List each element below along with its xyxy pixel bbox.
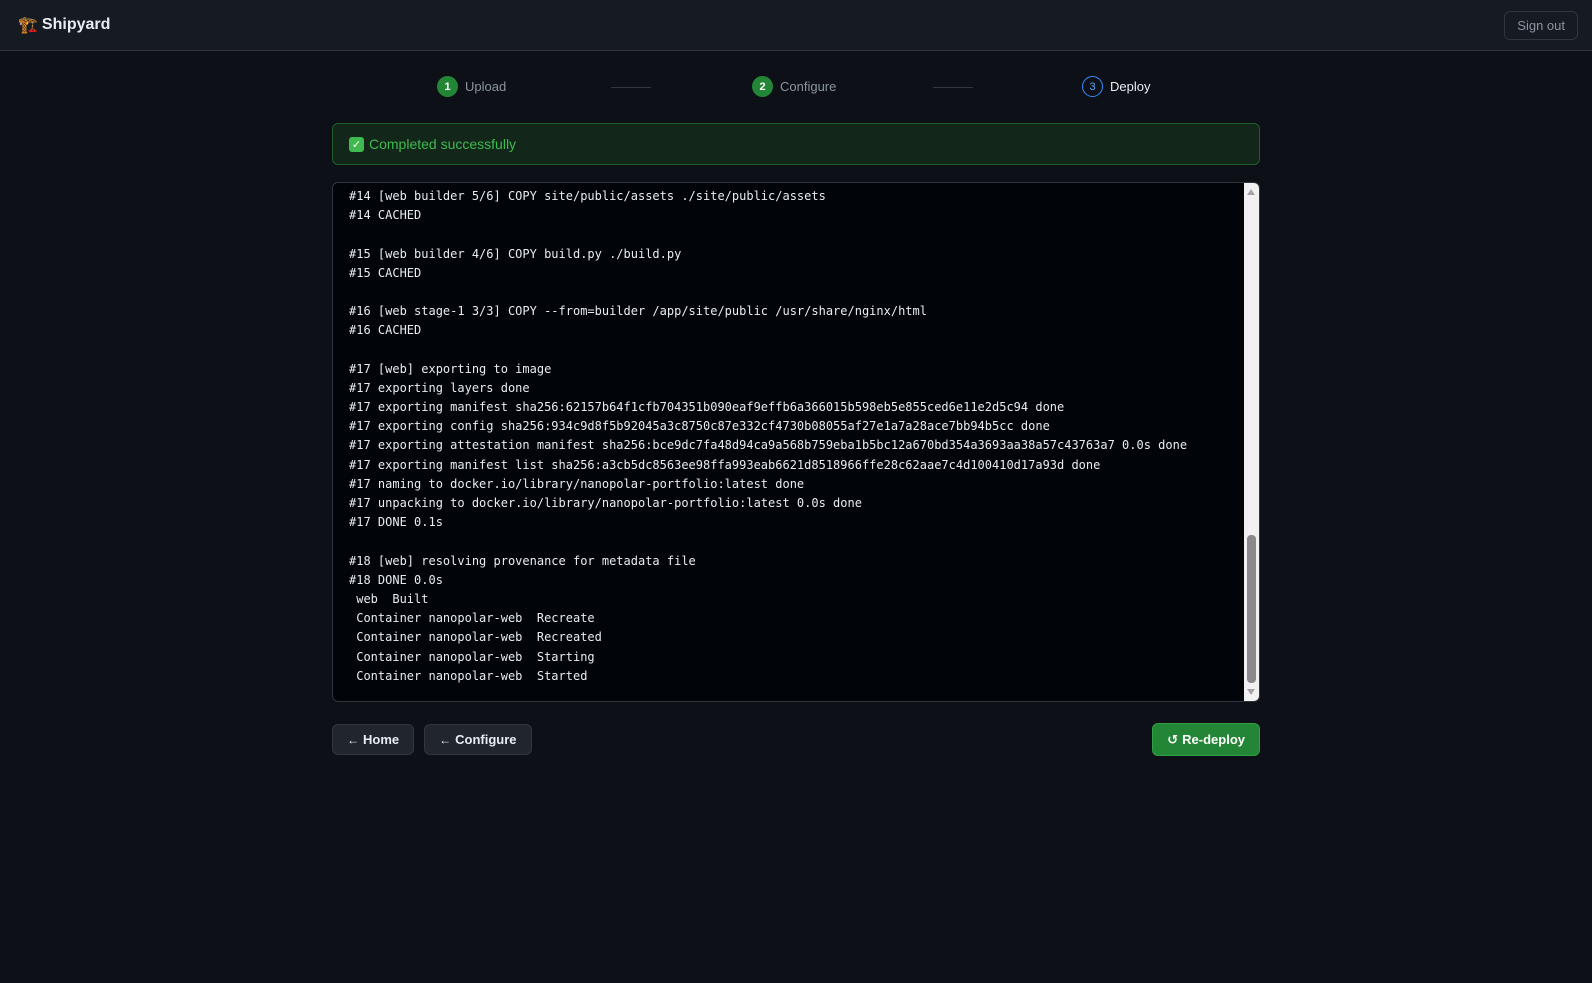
scroll-down-arrow-icon[interactable] (1247, 689, 1255, 695)
arrow-left-icon: ← (439, 732, 452, 747)
scroll-up-arrow-icon[interactable] (1247, 189, 1255, 195)
configure-button-label: Configure (455, 732, 517, 747)
step-deploy: 3 Deploy (1082, 76, 1150, 97)
log-line: Container nanopolar-web Recreate (349, 611, 595, 626)
check-icon: ✓ (349, 136, 364, 152)
scroll-thumb[interactable] (1247, 535, 1256, 683)
log-line: #14 [web builder 5/6] COPY site/public/a… (349, 189, 826, 203)
log-line: #16 [web stage-1 3/3] COPY --from=builde… (349, 304, 927, 319)
home-button-label: Home (363, 732, 400, 747)
step-upload: 1 Upload (437, 76, 506, 97)
log-line: #17 naming to docker.io/library/nanopola… (349, 476, 805, 491)
log-line: #15 [web builder 4/6] COPY build.py ./bu… (349, 246, 682, 261)
log-line: #18 DONE 0.0s (349, 572, 443, 587)
step-configure: 2 Configure (752, 76, 836, 97)
log-line: #17 DONE 0.1s (349, 515, 443, 530)
log-line: web Built (349, 591, 429, 606)
step-label-upload: Upload (465, 79, 507, 94)
status-message: Completed successfully (369, 136, 517, 152)
step-connector (611, 87, 651, 88)
log-line: #15 CACHED (349, 265, 422, 280)
redeploy-icon: ↺ (1167, 731, 1179, 747)
step-number-3: 3 (1082, 76, 1103, 97)
stepper: 1 Upload 2 Configure 3 Deploy (332, 51, 1260, 123)
log-line: #16 CACHED (349, 323, 422, 338)
log-line: #17 [web] exporting to image (349, 361, 552, 376)
sign-out-button[interactable]: Sign out (1504, 10, 1578, 40)
step-number-1: 1 (437, 76, 458, 97)
log-line: #17 unpacking to docker.io/library/nanop… (349, 496, 862, 510)
configure-button[interactable]: ← Configure (424, 724, 532, 755)
log-scrollbar[interactable] (1244, 183, 1259, 701)
main-content: 1 Upload 2 Configure 3 Deploy ✓ Complete… (332, 51, 1260, 756)
status-banner: ✓ Completed successfully (332, 123, 1260, 165)
log-line: Container nanopolar-web Starting (349, 649, 595, 664)
step-label-configure: Configure (780, 79, 837, 94)
deploy-log[interactable]: #14 [web builder 5/6] COPY site/public/a… (332, 182, 1260, 702)
brand[interactable]: 🏗️ Shipyard (18, 15, 110, 35)
arrow-left-icon: ← (347, 732, 359, 747)
log-line: #17 exporting manifest list sha256:a3cb5… (349, 457, 1101, 472)
redeploy-button-label: Re-deploy (1182, 732, 1245, 747)
redeploy-button[interactable]: ↺ Re-deploy (1152, 723, 1260, 756)
log-line: Container nanopolar-web Started (349, 668, 588, 683)
log-line: #17 exporting attestation manifest sha25… (349, 438, 1188, 453)
step-connector (933, 87, 973, 88)
log-line: #17 exporting config sha256:934c9d8f5b92… (349, 419, 1050, 434)
crane-icon: 🏗️ (18, 17, 38, 34)
log-line: #18 [web] resolving provenance for metad… (349, 553, 696, 568)
log-line: #17 exporting layers done (349, 380, 530, 395)
action-bar: ← Home ← Configure ↺ Re-deploy (332, 723, 1260, 756)
step-number-2: 2 (752, 76, 773, 97)
log-line: Container nanopolar-web Recreated (349, 630, 602, 645)
log-line: #17 exporting manifest sha256:62157b64f1… (349, 400, 1065, 415)
home-button[interactable]: ← Home (332, 724, 415, 755)
top-bar: 🏗️ Shipyard Sign out (0, 0, 1592, 51)
app-title: Shipyard (41, 16, 111, 33)
log-output: #14 [web builder 5/6] COPY site/public/a… (349, 187, 1239, 701)
step-label-deploy: Deploy (1110, 79, 1151, 94)
log-line: #14 CACHED (349, 208, 422, 223)
